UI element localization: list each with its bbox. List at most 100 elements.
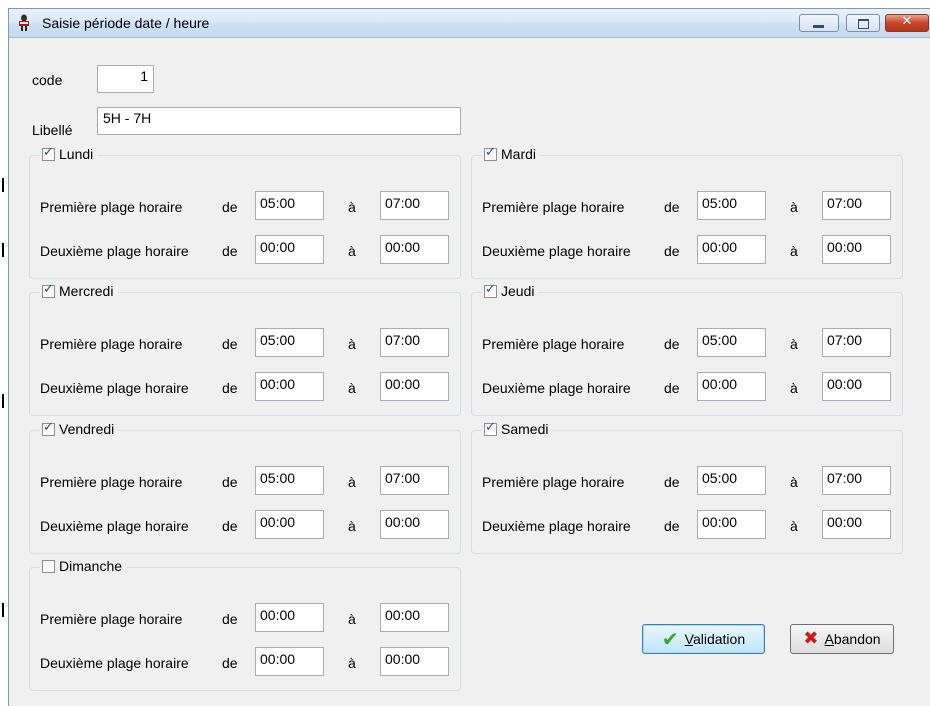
cancel-icon: ✖: [803, 628, 819, 649]
dimanche-second-to-field[interactable]: 00:00: [380, 647, 449, 676]
day-label: Mardi: [501, 146, 537, 162]
mercredi-first-to-field[interactable]: 07:00: [380, 328, 449, 357]
day-label: Vendredi: [59, 421, 115, 437]
dialog-window: Saisie période date / heure ✕ code 1 Lib…: [8, 8, 930, 706]
libelle-label: Libellé: [32, 122, 73, 138]
mardi-second-to-field[interactable]: 00:00: [822, 235, 891, 264]
minimize-button[interactable]: [799, 14, 839, 32]
abandon-accel: A: [824, 631, 834, 647]
from-label: de: [222, 611, 238, 627]
jeudi-second-from-field[interactable]: 00:00: [697, 372, 766, 401]
jeudi-first-to-field[interactable]: 07:00: [822, 328, 891, 357]
samedi-second-to-field[interactable]: 00:00: [822, 510, 891, 539]
checkbox-lundi[interactable]: [42, 145, 55, 161]
first-range-label: Première plage horaire: [40, 611, 183, 627]
day-group-vendredi: Vendredi Première plage horaire de 05:00…: [29, 420, 461, 554]
day-header-mardi[interactable]: Mardi: [482, 145, 541, 162]
samedi-first-to-field[interactable]: 07:00: [822, 466, 891, 495]
day-header-lundi[interactable]: Lundi: [40, 145, 98, 162]
vendredi-second-to-field[interactable]: 00:00: [380, 510, 449, 539]
mardi-second-from-field[interactable]: 00:00: [697, 235, 766, 264]
lundi-second-from-field[interactable]: 00:00: [255, 235, 324, 264]
to-label: à: [790, 336, 798, 352]
day-header-vendredi[interactable]: Vendredi: [40, 420, 119, 437]
lundi-first-to-field[interactable]: 07:00: [380, 191, 449, 220]
abandon-label: Abandon: [825, 631, 881, 647]
first-range-label: Première plage horaire: [40, 474, 183, 490]
to-label: à: [348, 380, 356, 396]
abandon-button[interactable]: ✖ Abandon: [790, 624, 894, 654]
day-group-dimanche: Dimanche Première plage horaire de 00:00…: [29, 558, 461, 691]
validation-button[interactable]: ✔ Validation: [642, 624, 765, 654]
mardi-first-from-field[interactable]: 05:00: [697, 191, 766, 220]
lundi-second-to-field[interactable]: 00:00: [380, 235, 449, 264]
to-label: à: [348, 655, 356, 671]
edge-mark: [2, 603, 4, 617]
mercredi-second-from-field[interactable]: 00:00: [255, 372, 324, 401]
day-group-mardi: Mardi Première plage horaire de 05:00 à …: [471, 145, 903, 279]
day-header-jeudi[interactable]: Jeudi: [482, 282, 539, 299]
day-header-mercredi[interactable]: Mercredi: [40, 282, 118, 299]
background-window-edge: [0, 0, 6, 706]
day-group-mercredi: Mercredi Première plage horaire de 05:00…: [29, 282, 461, 416]
second-range-label: Deuxième plage horaire: [40, 518, 189, 534]
to-label: à: [348, 199, 356, 215]
day-label: Dimanche: [59, 558, 123, 574]
jeudi-first-from-field[interactable]: 05:00: [697, 328, 766, 357]
day-header-samedi[interactable]: Samedi: [482, 420, 553, 437]
samedi-second-from-field[interactable]: 00:00: [697, 510, 766, 539]
checkbox-dimanche[interactable]: [42, 559, 55, 573]
validation-label: Validation: [685, 631, 745, 647]
code-field[interactable]: 1: [97, 65, 154, 93]
maximize-button[interactable]: [846, 14, 880, 32]
vendredi-second-from-field[interactable]: 00:00: [255, 510, 324, 539]
lundi-first-from-field[interactable]: 05:00: [255, 191, 324, 220]
to-label: à: [790, 380, 798, 396]
mercredi-second-to-field[interactable]: 00:00: [380, 372, 449, 401]
close-button[interactable]: ✕: [885, 14, 929, 32]
to-label: à: [348, 336, 356, 352]
dimanche-first-from-field[interactable]: 00:00: [255, 603, 324, 632]
from-label: de: [664, 336, 680, 352]
vendredi-first-from-field[interactable]: 05:00: [255, 466, 324, 495]
second-range-label: Deuxième plage horaire: [40, 655, 189, 671]
from-label: de: [664, 518, 680, 534]
from-label: de: [664, 380, 680, 396]
to-label: à: [348, 611, 356, 627]
from-label: de: [664, 199, 680, 215]
code-label: code: [32, 72, 63, 88]
dimanche-second-from-field[interactable]: 00:00: [255, 647, 324, 676]
mercredi-first-from-field[interactable]: 05:00: [255, 328, 324, 357]
dimanche-first-to-field[interactable]: 00:00: [380, 603, 449, 632]
from-label: de: [222, 518, 238, 534]
window-title: Saisie période date / heure: [42, 15, 210, 31]
samedi-first-from-field[interactable]: 05:00: [697, 466, 766, 495]
mardi-first-to-field[interactable]: 07:00: [822, 191, 891, 220]
checkbox-mardi[interactable]: [484, 145, 497, 161]
libelle-field[interactable]: 5H - 7H: [97, 107, 461, 135]
day-header-dimanche[interactable]: Dimanche: [40, 558, 127, 574]
second-range-label: Deuxième plage horaire: [40, 380, 189, 396]
checkbox-samedi[interactable]: [484, 420, 497, 436]
day-group-samedi: Samedi Première plage horaire de 05:00 à…: [471, 420, 903, 554]
first-range-label: Première plage horaire: [40, 336, 183, 352]
check-icon: ✔: [661, 627, 679, 651]
first-range-label: Première plage horaire: [482, 474, 625, 490]
checkbox-vendredi[interactable]: [42, 420, 55, 436]
app-icon: [19, 14, 29, 31]
day-label: Mercredi: [59, 283, 114, 299]
first-range-label: Première plage horaire: [482, 336, 625, 352]
vendredi-first-to-field[interactable]: 07:00: [380, 466, 449, 495]
title-bar[interactable]: Saisie période date / heure ✕: [9, 9, 930, 38]
jeudi-second-to-field[interactable]: 00:00: [822, 372, 891, 401]
checkbox-jeudi[interactable]: [484, 282, 497, 298]
to-label: à: [790, 199, 798, 215]
to-label: à: [348, 474, 356, 490]
to-label: à: [348, 518, 356, 534]
day-label: Lundi: [59, 146, 94, 162]
edge-mark: [2, 243, 4, 257]
abandon-label-rest: bandon: [833, 631, 881, 647]
checkbox-mercredi[interactable]: [42, 282, 55, 298]
first-range-label: Première plage horaire: [482, 199, 625, 215]
edge-mark: [2, 394, 4, 408]
